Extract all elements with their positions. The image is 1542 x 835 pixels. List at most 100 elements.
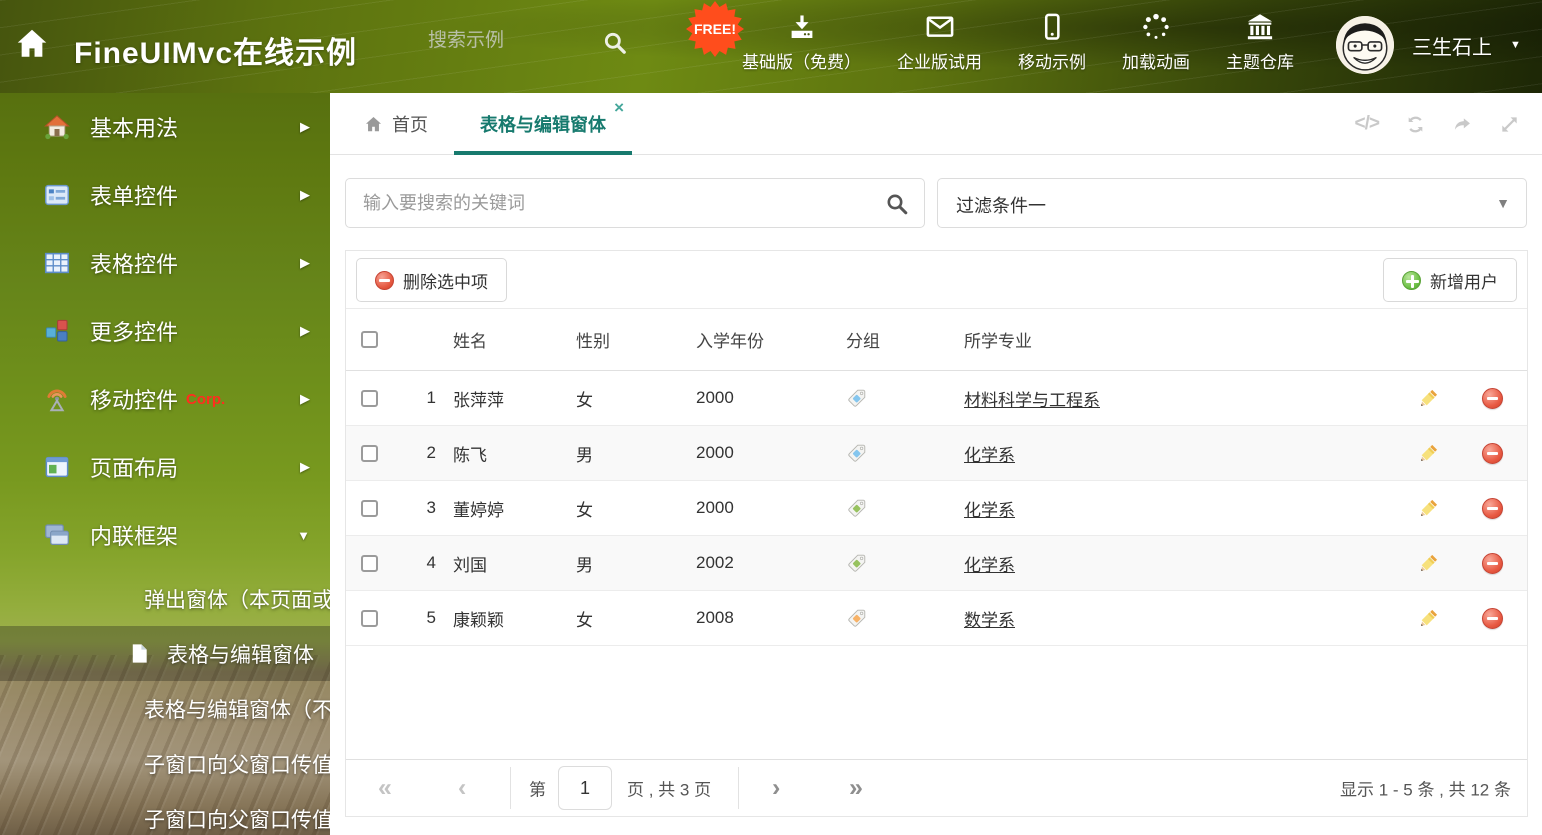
column-header-major: 所学专业 [964,332,1032,351]
major-link[interactable]: 化学系 [964,556,1015,575]
column-header-name: 姓名 [453,332,487,351]
major-link[interactable]: 数学系 [964,611,1015,630]
sidebar-item-more-controls[interactable]: 更多控件 ▶ [0,297,330,365]
cell-name: 陈飞 [453,445,487,465]
sidebar-subitem-child-to-parent[interactable]: 子窗口向父窗口传值 [0,736,330,791]
edit-row-button[interactable] [1418,442,1440,464]
chevron-right-icon: ▶ [300,459,310,474]
delete-row-button[interactable] [1481,497,1503,519]
delete-row-button[interactable] [1481,442,1503,464]
search-icon[interactable] [602,30,628,56]
nav-item-enterprise-trial[interactable]: 企业版试用 [897,12,982,73]
record-summary: 显示 1 - 5 条 , 共 12 条 [1340,780,1511,800]
chevron-down-icon: ▼ [1496,195,1510,211]
delete-selected-button[interactable]: 删除选中项 [356,258,507,302]
sidebar-subitem-grid-edit-window-2[interactable]: 表格与编辑窗体（不... [0,681,330,736]
major-link[interactable]: 化学系 [964,501,1015,520]
row-checkbox[interactable] [361,499,378,517]
nav-item-loading-animation[interactable]: 加载动画 [1122,12,1190,73]
delete-row-button[interactable] [1481,607,1503,629]
nav-item-mobile-demo[interactable]: 移动示例 [1018,12,1086,73]
tag-icon [848,444,866,462]
main-content: 首页 表格与编辑窗体 × </> 过滤条件一 ▼ 删除选中项 [330,93,1542,835]
user-name: 三生石上 [1412,36,1492,59]
cell-year: 2000 [696,498,734,517]
prev-page-button[interactable]: ‹ [458,775,466,801]
sidebar-item-basic-usage[interactable]: 基本用法 ▶ [0,93,330,161]
next-page-button[interactable]: › [772,775,780,801]
row-checkbox[interactable] [361,444,378,462]
sidebar-subitem-grid-edit-window[interactable]: 表格与编辑窗体 [0,626,330,681]
sidebar-subitem-label: 表格与编辑窗体（不... [144,698,330,722]
tab-home[interactable]: 首页 [358,93,434,155]
code-icon[interactable]: </> [1355,113,1381,135]
row-checkbox[interactable] [361,609,378,627]
user-menu[interactable]: 三生石上 ▼ [1336,16,1521,74]
sidebar-item-page-layout[interactable]: 页面布局 ▶ [0,433,330,501]
cell-year: 2000 [696,388,734,407]
chevron-right-icon: ▶ [300,255,310,270]
sidebar-item-grid-controls[interactable]: 表格控件 ▶ [0,229,330,297]
sidebar-subitem-label: 弹出窗体（本页面或... [144,588,330,612]
home-icon[interactable] [14,26,50,62]
last-page-button[interactable]: » [849,775,863,801]
table-row: 1 张萍萍 女 2000 材料科学与工程系 [346,371,1527,426]
page-icon [132,644,147,663]
edit-row-button[interactable] [1418,497,1440,519]
first-page-button[interactable]: « [378,775,392,801]
row-checkbox[interactable] [361,389,378,407]
edit-row-button[interactable] [1418,607,1440,629]
sidebar-subitem-child-to-parent-2[interactable]: 子窗口向父窗口传值... [0,791,330,835]
edit-row-button[interactable] [1418,387,1440,409]
sidebar-item-label: 基本用法 [90,116,179,141]
keyword-search-input[interactable] [363,179,863,227]
nav-item-basic-download[interactable]: 基础版（免费） [742,12,861,73]
delete-row-button[interactable] [1481,552,1503,574]
home-icon [44,115,70,140]
add-user-button[interactable]: 新增用户 [1383,258,1517,302]
corp-badge: Corp. [186,390,226,408]
sidebar-item-form-controls[interactable]: 表单控件 ▶ [0,161,330,229]
major-link[interactable]: 材料科学与工程系 [964,391,1100,410]
filter-dropdown-value: 过滤条件一 [956,196,1046,216]
page-number-input[interactable] [558,766,612,810]
chevron-right-icon: ▶ [300,391,310,406]
cell-name: 董婷婷 [453,500,504,520]
frames-icon [45,524,69,545]
major-link[interactable]: 化学系 [964,446,1015,465]
sidebar-item-label: 移动控件 [90,388,179,413]
filter-dropdown[interactable]: 过滤条件一 ▼ [937,178,1527,228]
tag-icon [848,499,866,517]
row-number: 2 [426,443,436,462]
avatar-face [1336,16,1394,74]
table-body: 1 张萍萍 女 2000 材料科学与工程系 2 陈飞 男 2000 化学系 3 … [346,371,1527,646]
sidebar-item-mobile-controls[interactable]: 移动控件 Corp. ▶ [0,365,330,433]
layout-icon [45,456,69,478]
delete-button-label: 删除选中项 [403,272,488,292]
table-row: 4 刘国 男 2002 化学系 [346,536,1527,591]
sidebar-subitem-popup-window[interactable]: 弹出窗体（本页面或... [0,571,330,626]
header-search-input[interactable] [428,30,578,52]
app-title: FineUIMvc在线示例 [74,37,358,70]
select-all-checkbox[interactable] [361,331,378,348]
delete-row-button[interactable] [1481,387,1503,409]
column-header-gender: 性别 [576,332,610,351]
minus-icon [375,270,394,290]
row-checkbox[interactable] [361,554,378,572]
sidebar-item-iframe[interactable]: 内联框架 ▼ [0,501,330,569]
table-header: 姓名 性别 入学年份 分组 所学专业 [346,309,1527,371]
page-suffix-label: 页 , 共 3 页 [627,780,712,800]
share-icon[interactable] [1452,114,1473,135]
cell-gender: 男 [576,445,593,465]
nav-item-theme-repo[interactable]: 主题仓库 [1226,12,1294,73]
refresh-icon[interactable] [1405,114,1426,135]
tag-icon [848,554,866,572]
free-badge-text: FREE! [694,21,736,37]
table-row: 2 陈飞 男 2000 化学系 [346,426,1527,481]
grid-toolbar: 删除选中项 新增用户 [346,251,1527,309]
tab-grid-edit-window[interactable]: 表格与编辑窗体 × [454,93,632,155]
expand-icon[interactable] [1499,114,1520,135]
close-icon[interactable]: × [614,99,624,116]
search-icon[interactable] [885,192,909,216]
edit-row-button[interactable] [1418,552,1440,574]
